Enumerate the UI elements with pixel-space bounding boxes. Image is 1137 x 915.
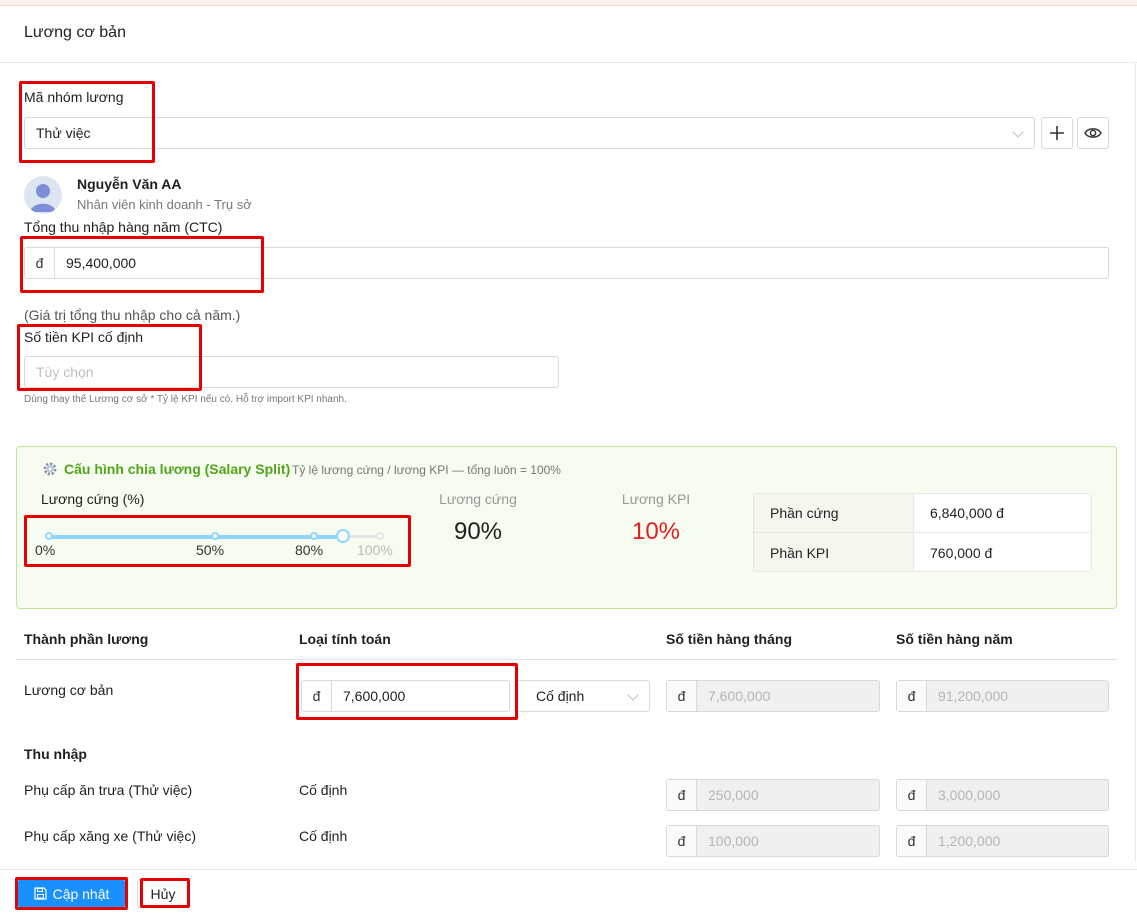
currency-prefix: đ bbox=[25, 248, 55, 278]
base-monthly-value: 7,600,000 bbox=[708, 688, 771, 704]
cancel-button[interactable]: Hủy bbox=[137, 879, 189, 908]
footer-divider bbox=[0, 869, 1137, 870]
currency-prefix: đ bbox=[302, 681, 332, 711]
salary-group-label: Mã nhóm lương bbox=[24, 89, 124, 105]
plus-icon bbox=[1050, 126, 1064, 140]
save-icon bbox=[33, 887, 47, 900]
fixed-salary-percent: 90% bbox=[453, 518, 503, 545]
slider-mark: 100% bbox=[357, 542, 393, 558]
split-row: Phần KPI 760,000 đ bbox=[754, 533, 1091, 571]
kpi-salary-label: Lương KPI bbox=[621, 491, 691, 507]
slider-dot-80[interactable] bbox=[310, 532, 318, 540]
split-row-key: Phần cứng bbox=[754, 494, 914, 532]
add-salary-group-button[interactable] bbox=[1041, 117, 1073, 149]
currency-prefix: đ bbox=[897, 826, 927, 856]
column-header: Số tiền hàng năm bbox=[896, 631, 1013, 647]
calc-type-value: Cố định bbox=[536, 688, 585, 704]
split-title: Cấu hình chia lương (Salary Split) bbox=[64, 461, 291, 477]
split-subtitle: Tỷ lệ lương cứng / lương KPI — tổng luôn… bbox=[292, 463, 561, 477]
chevron-down-icon bbox=[1012, 126, 1024, 138]
kpi-label: Số tiền KPI cố định bbox=[24, 329, 144, 345]
kpi-help: Dùng thay thế Lương cơ sở * Tỷ lệ KPI nế… bbox=[24, 394, 347, 405]
title-divider bbox=[0, 62, 1137, 63]
slider-mark: 80% bbox=[295, 542, 324, 558]
income-monthly-input: đ 250,000 bbox=[666, 779, 880, 811]
kpi-input[interactable]: Tùy chọn bbox=[24, 356, 559, 388]
income-calc-type: Cố định bbox=[299, 828, 348, 844]
column-header: Số tiền hàng tháng bbox=[666, 631, 792, 647]
income-heading: Thu nhập bbox=[24, 746, 87, 762]
view-salary-group-button[interactable] bbox=[1077, 117, 1109, 149]
currency-prefix: đ bbox=[667, 681, 697, 711]
base-salary-value: 7,600,000 bbox=[343, 688, 406, 704]
currency-prefix: đ bbox=[897, 780, 927, 810]
slider-mark: 0% bbox=[35, 542, 56, 558]
kpi-salary-percent: 10% bbox=[631, 518, 681, 545]
split-row-value: 760,000 đ bbox=[930, 544, 993, 561]
slider-fill bbox=[48, 535, 343, 539]
income-yearly-input: đ 3,000,000 bbox=[896, 779, 1109, 811]
slider-dot-0[interactable] bbox=[45, 532, 53, 540]
column-header: Thành phần lương bbox=[24, 631, 149, 647]
ctc-help: (Giá trị tổng thu nhập cho cả năm.) bbox=[24, 307, 241, 323]
base-yearly-value: 91,200,000 bbox=[938, 688, 1009, 704]
salary-group-select[interactable]: Thử việc bbox=[24, 117, 1035, 149]
currency-prefix: đ bbox=[897, 681, 927, 711]
base-salary-input[interactable]: đ 7,600,000 bbox=[301, 680, 510, 712]
column-header: Loại tính toán bbox=[299, 631, 391, 647]
eye-icon bbox=[1084, 128, 1102, 138]
income-calc-type: Cố định bbox=[299, 782, 348, 798]
income-name: Phụ cấp ăn trưa (Thử việc) bbox=[24, 782, 193, 798]
calc-type-select[interactable]: Cố định bbox=[516, 680, 650, 712]
employee-name: Nguyễn Văn AA bbox=[77, 176, 182, 192]
income-monthly-value: 100,000 bbox=[708, 833, 759, 849]
income-monthly-input: đ 100,000 bbox=[666, 825, 880, 857]
split-row-value: 6,840,000 đ bbox=[930, 505, 1004, 521]
ctc-input[interactable]: đ 95,400,000 bbox=[24, 247, 1109, 279]
base-salary-name: Lương cơ bản bbox=[24, 682, 114, 698]
chevron-down-icon bbox=[627, 689, 639, 701]
split-row: Phần cứng 6,840,000 đ bbox=[754, 494, 1091, 533]
split-row-key: Phần KPI bbox=[754, 533, 914, 571]
right-border bbox=[1135, 62, 1136, 862]
base-yearly-input: đ 91,200,000 bbox=[896, 680, 1109, 712]
slider-handle[interactable] bbox=[336, 529, 350, 543]
user-icon bbox=[30, 184, 56, 212]
slider-label: Lương cứng (%) bbox=[41, 491, 145, 507]
top-strip bbox=[0, 0, 1137, 6]
update-button[interactable]: Cập nhật bbox=[18, 879, 125, 908]
currency-prefix: đ bbox=[667, 780, 697, 810]
income-name: Phụ cấp xăng xe (Thử việc) bbox=[24, 828, 197, 844]
ctc-label: Tổng thu nhập hàng năm (CTC) bbox=[24, 219, 223, 235]
income-yearly-value: 3,000,000 bbox=[938, 787, 1001, 803]
currency-prefix: đ bbox=[667, 826, 697, 856]
page-title: Lương cơ bản bbox=[24, 24, 126, 41]
fixed-salary-label: Lương cứng bbox=[439, 491, 517, 507]
update-label: Cập nhật bbox=[52, 885, 110, 902]
cancel-label: Hủy bbox=[150, 885, 176, 902]
income-monthly-value: 250,000 bbox=[708, 787, 759, 803]
table-divider bbox=[16, 659, 1117, 660]
avatar bbox=[24, 176, 62, 214]
income-yearly-value: 1,200,000 bbox=[938, 833, 1001, 849]
ctc-value: 95,400,000 bbox=[66, 255, 137, 271]
base-monthly-input: đ 7,600,000 bbox=[666, 680, 880, 712]
slider-dot-50[interactable] bbox=[211, 532, 219, 540]
income-yearly-input: đ 1,200,000 bbox=[896, 825, 1109, 857]
slider-mark: 50% bbox=[196, 542, 225, 558]
gear-icon bbox=[42, 461, 58, 480]
slider-dot-100[interactable] bbox=[376, 532, 384, 540]
employee-role: Nhân viên kinh doanh - Trụ sở bbox=[77, 197, 252, 212]
split-amount-table: Phần cứng 6,840,000 đ Phần KPI 760,000 đ bbox=[753, 493, 1092, 572]
kpi-placeholder: Tùy chọn bbox=[36, 364, 94, 380]
salary-group-value: Thử việc bbox=[36, 125, 91, 141]
